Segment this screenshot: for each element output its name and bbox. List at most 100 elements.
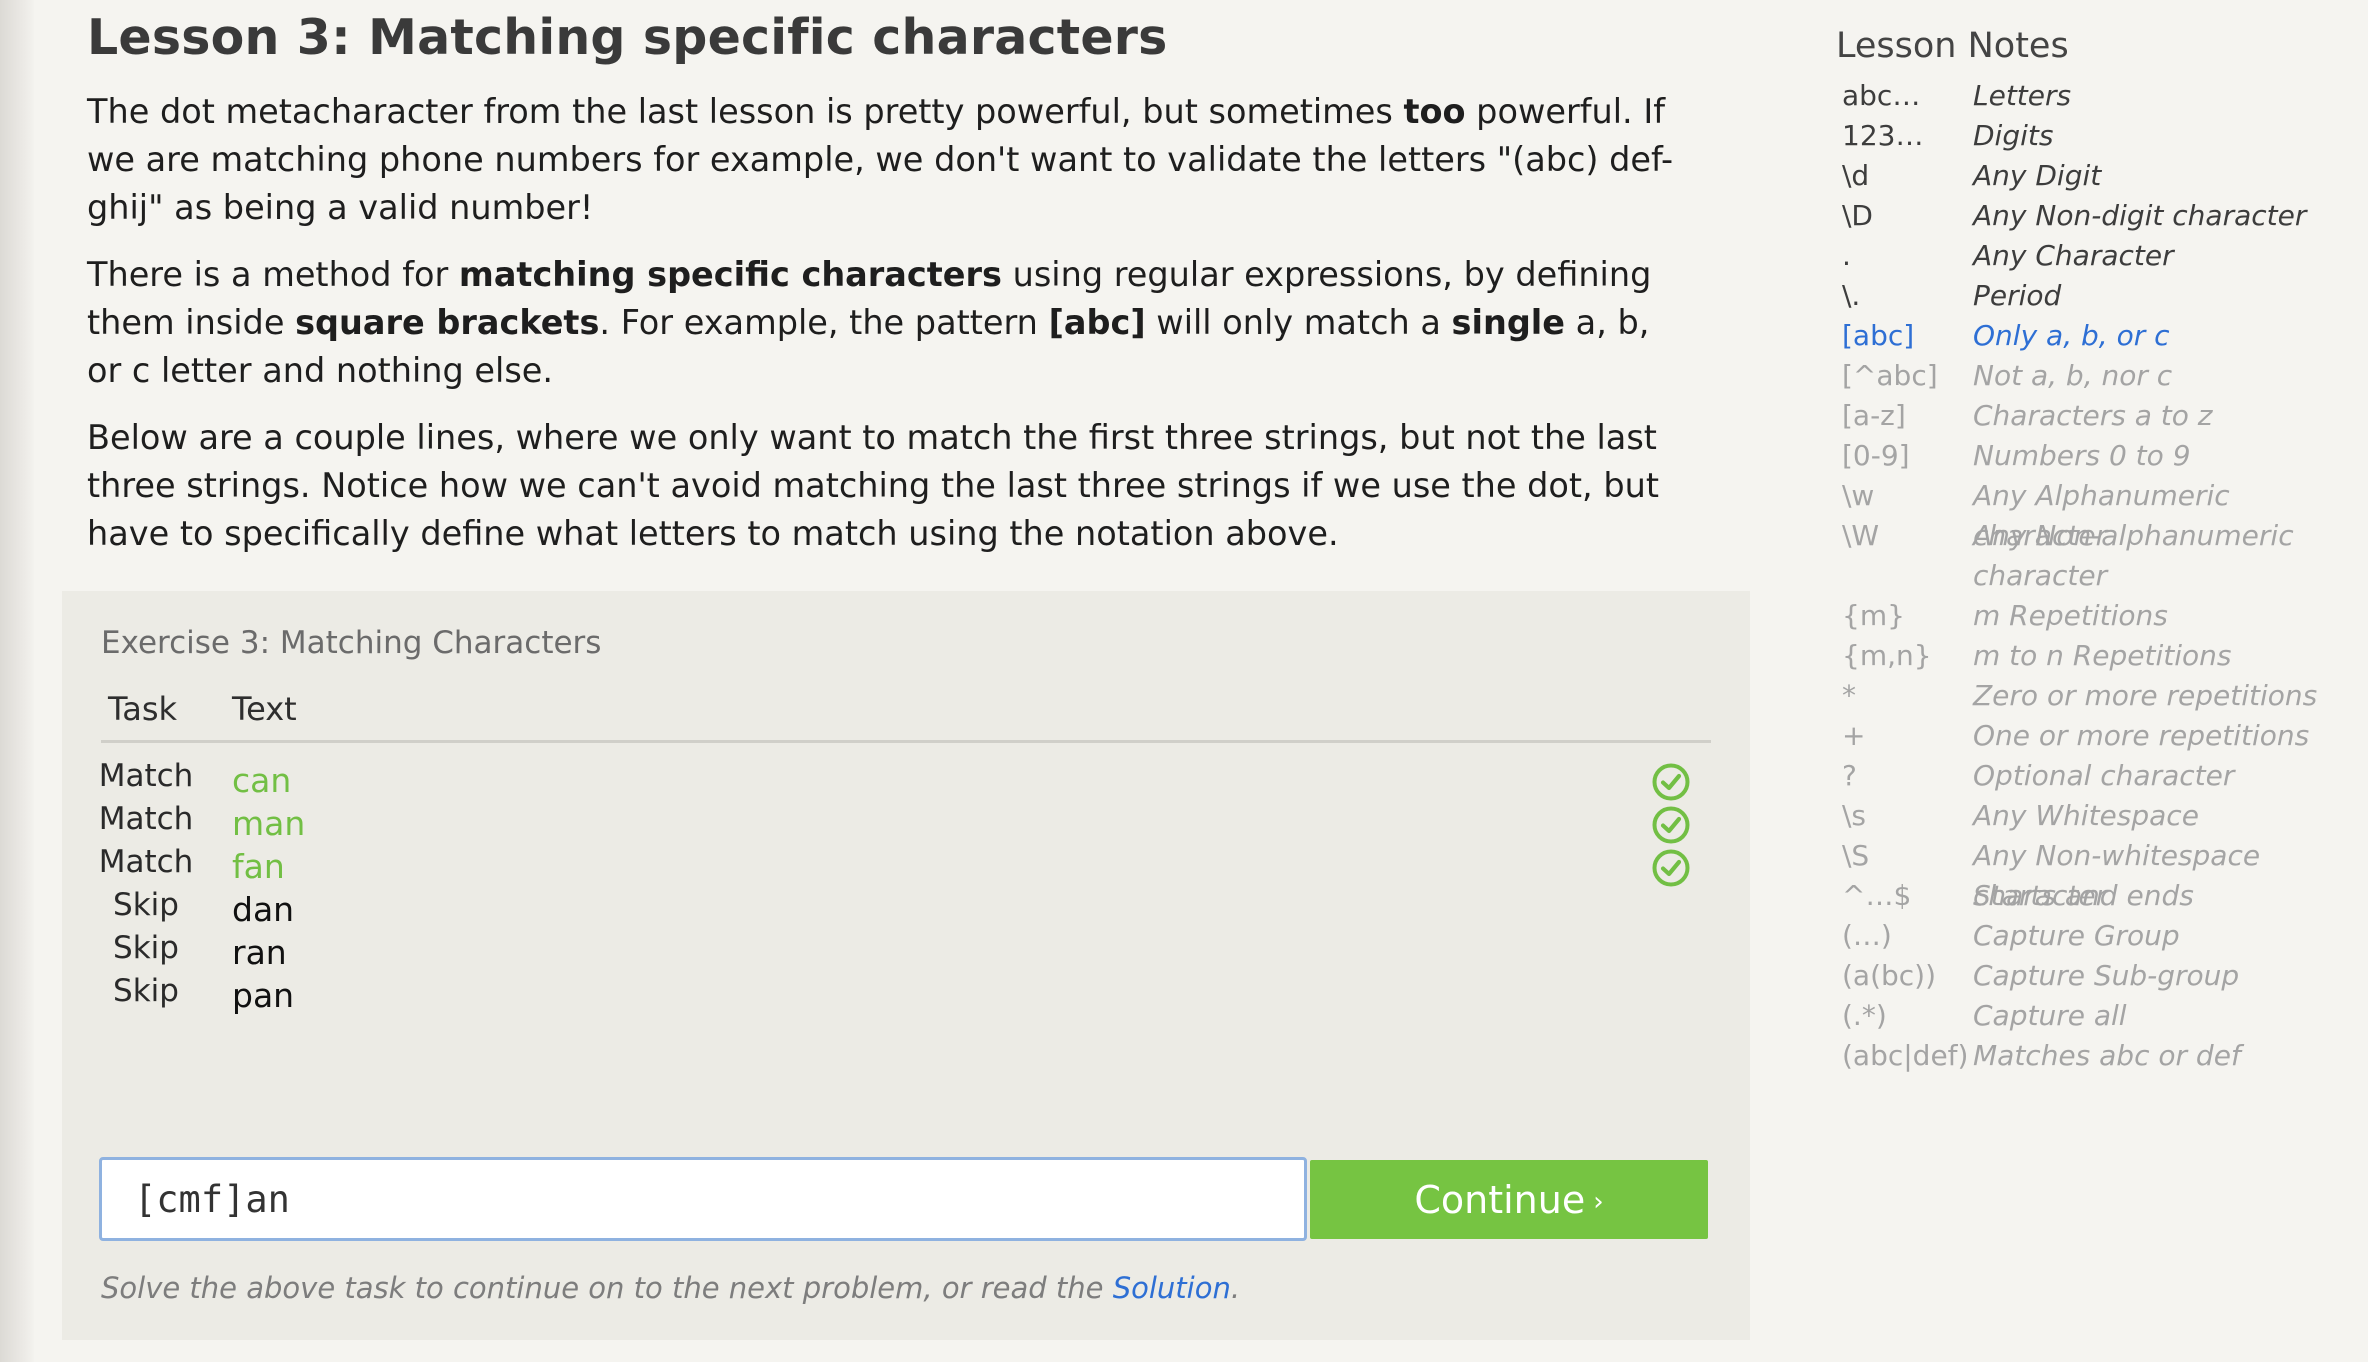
note-pattern: \w [1842, 479, 1875, 512]
note-item: . Any Character [1836, 236, 2368, 276]
continue-label: Continue [1414, 1178, 1586, 1222]
exercise-footnote: Solve the above task to continue on to t… [101, 1271, 1240, 1305]
text-run: Below are a couple lines, where we only … [87, 418, 1659, 553]
task-label: Match [98, 758, 194, 794]
lesson-paragraph: Below are a couple lines, where we only … [87, 414, 1687, 558]
exercise-panel: Exercise 3: Matching Characters Task Tex… [62, 591, 1750, 1340]
note-description: m to n Repetitions [1973, 639, 2232, 672]
page-left-edge [0, 0, 34, 1362]
note-description: Any Digit [1973, 159, 2102, 192]
note-pattern: . [1842, 239, 1851, 272]
lesson-paragraph: There is a method for matching specific … [87, 251, 1687, 395]
note-item: [0-9] Numbers 0 to 9 [1836, 436, 2368, 476]
note-item: ^…$ Starts and ends [1836, 876, 2368, 916]
note-pattern: * [1842, 679, 1856, 712]
lesson-paragraph: The dot metacharacter from the last less… [87, 88, 1687, 232]
note-pattern: [^abc] [1842, 359, 1938, 392]
note-pattern: 123… [1842, 119, 1924, 152]
check-circle-icon [1651, 762, 1691, 802]
note-description: Starts and ends [1973, 879, 2194, 912]
task-text: man [232, 804, 306, 843]
lesson-notes-sidebar: Lesson Notes abc… Letters 123… Digits \d Any … [1836, 26, 2368, 1076]
task-text: pan [232, 976, 295, 1015]
note-item: (…) Capture Group [1836, 916, 2368, 956]
bold-text: square brackets [295, 303, 600, 342]
footnote-end: . [1230, 1271, 1241, 1305]
note-pattern: \s [1842, 799, 1867, 832]
check-circle-icon [1651, 805, 1691, 845]
column-header-task: Task [108, 690, 178, 728]
note-item: abc… Letters [1836, 76, 2368, 116]
note-pattern: ? [1842, 759, 1857, 792]
note-item: 123… Digits [1836, 116, 2368, 156]
note-description: Any Whitespace [1973, 799, 2199, 832]
note-description: Any Non-alphanumeric character [1973, 519, 2294, 592]
note-item: \s Any Whitespace [1836, 796, 2368, 836]
task-label: Skip [113, 887, 179, 923]
header-divider [101, 740, 1711, 743]
note-item: + One or more repetitions [1836, 716, 2368, 756]
exercise-title: Exercise 3: Matching Characters [101, 625, 602, 661]
note-pattern: abc… [1842, 79, 1921, 112]
note-item: (a(bc)) Capture Sub-group [1836, 956, 2368, 996]
note-pattern: \D [1842, 199, 1873, 232]
note-description: Not a, b, nor c [1973, 359, 2173, 392]
bold-text: [abc] [1048, 303, 1146, 342]
note-item: {m,n} m to n Repetitions [1836, 636, 2368, 676]
note-description: Zero or more repetitions [1973, 679, 2318, 712]
note-pattern: (.*) [1842, 999, 1887, 1032]
text-run: will only match a [1145, 303, 1452, 342]
note-pattern: \W [1842, 519, 1880, 552]
task-text: can [232, 761, 292, 800]
note-pattern: + [1842, 719, 1866, 752]
task-label: Match [98, 844, 194, 880]
note-item: * Zero or more repetitions [1836, 676, 2368, 716]
text-run: There is a method for [87, 255, 459, 294]
note-item: \D Any Non-digit character [1836, 196, 2368, 236]
task-text: ran [232, 933, 287, 972]
note-item: \d Any Digit [1836, 156, 2368, 196]
note-item: \W Any Non-alphanumeric character [1836, 516, 2368, 596]
note-pattern: (abc|def) [1842, 1039, 1969, 1072]
note-description: Numbers 0 to 9 [1973, 439, 2191, 472]
task-label: Match [98, 801, 194, 837]
note-pattern: [0-9] [1842, 439, 1910, 472]
note-pattern: \. [1842, 279, 1861, 312]
note-item: \S Any Non-whitespace character [1836, 836, 2368, 912]
note-description: Capture all [1973, 999, 2127, 1032]
continue-button[interactable]: Continue › [1310, 1160, 1708, 1239]
note-item: [a-z] Characters a to z [1836, 396, 2368, 436]
footnote-text: Solve the above task to continue on to t… [101, 1271, 1113, 1305]
note-pattern: [abc] [1842, 319, 1915, 352]
task-label: Skip [113, 973, 179, 1009]
note-pattern: \S [1842, 839, 1870, 872]
note-item: [^abc] Not a, b, nor c [1836, 356, 2368, 396]
note-description: Capture Sub-group [1973, 959, 2240, 992]
note-item: (abc|def) Matches abc or def [1836, 1036, 2368, 1076]
note-pattern: [a-z] [1842, 399, 1906, 432]
lesson-notes-list: abc… Letters 123… Digits \d Any Digit \D Any No… [1836, 76, 2368, 1076]
note-description: Any Non-digit character [1973, 199, 2307, 232]
note-description: Optional character [1973, 759, 2235, 792]
note-pattern: ^…$ [1842, 879, 1912, 912]
solution-link[interactable]: Solution [1113, 1271, 1231, 1305]
note-item: \w Any Alphanumeric character [1836, 476, 2368, 552]
chevron-right-icon: › [1593, 1187, 1604, 1217]
bold-text: single [1451, 303, 1566, 342]
note-description: Only a, b, or c [1973, 319, 2170, 352]
note-description: Capture Group [1973, 919, 2180, 952]
note-pattern: \d [1842, 159, 1870, 192]
bold-text: matching specific characters [458, 255, 1002, 294]
note-pattern: (a(bc)) [1842, 959, 1937, 992]
lesson-notes-title: Lesson Notes [1836, 26, 2069, 66]
note-item: [abc] Only a, b, or c [1836, 316, 2368, 356]
task-text: fan [232, 847, 285, 886]
note-item: {m} m Repetitions [1836, 596, 2368, 636]
text-run: . For example, the pattern [599, 303, 1049, 342]
note-description: Letters [1973, 79, 2072, 112]
note-item: \. Period [1836, 276, 2368, 316]
regex-input[interactable] [99, 1157, 1307, 1241]
note-pattern: {m} [1842, 599, 1905, 632]
note-description: m Repetitions [1973, 599, 2168, 632]
bold-text: too [1403, 92, 1466, 131]
